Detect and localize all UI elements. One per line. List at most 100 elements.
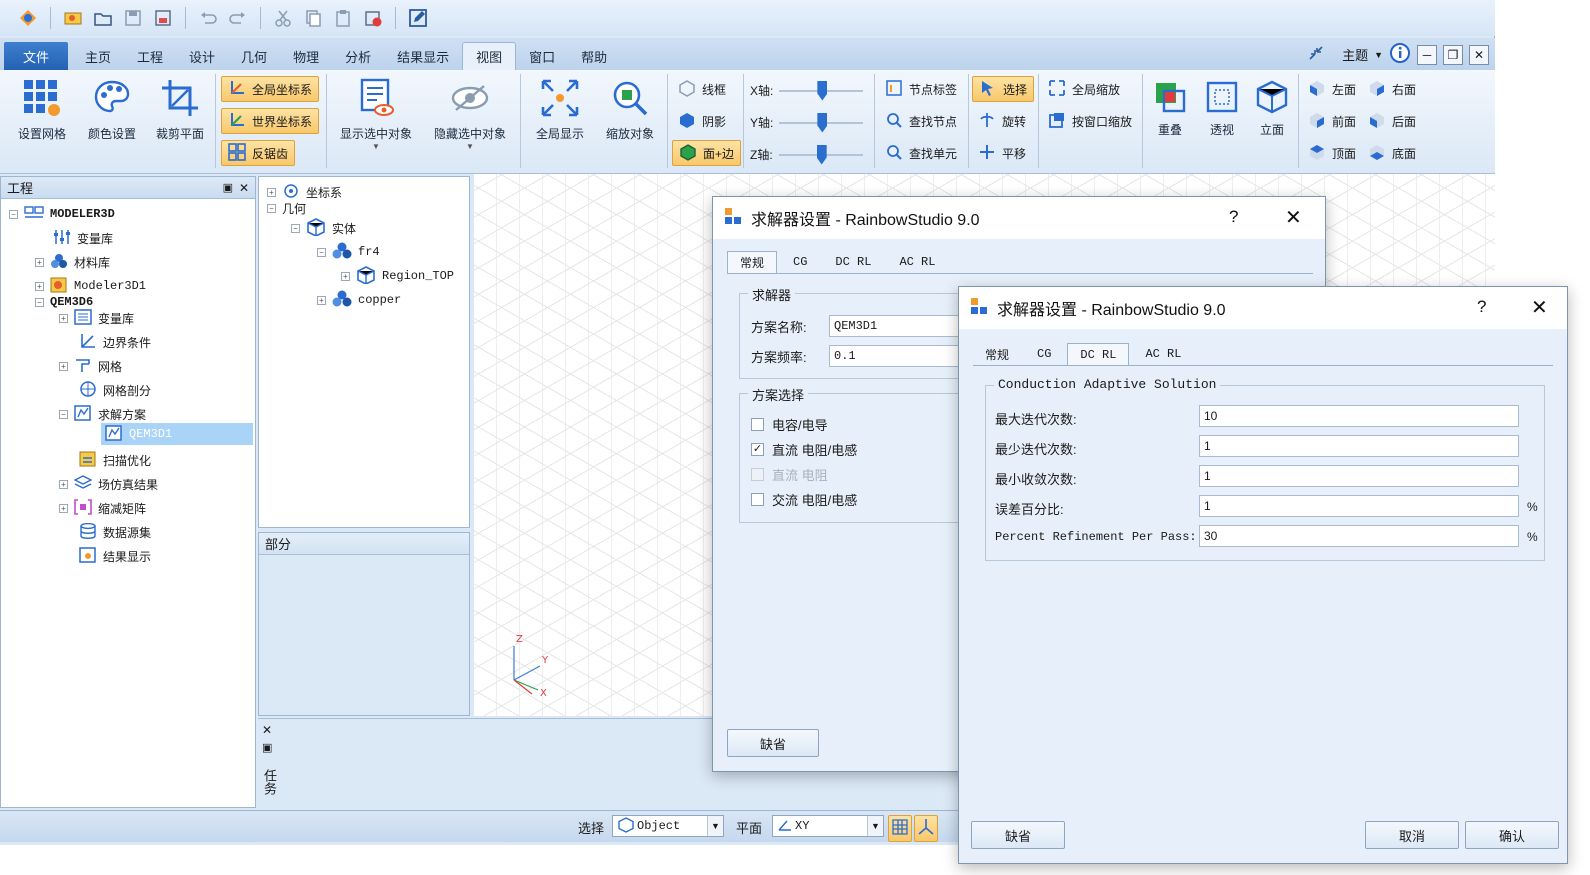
minimize-button[interactable]: ─ bbox=[1417, 44, 1437, 65]
top-view-button[interactable]: 顶面 bbox=[1302, 140, 1362, 166]
close-window-button[interactable]: ✕ bbox=[1469, 44, 1489, 65]
show-selected-button[interactable]: 显示选中对象 ▼ bbox=[334, 78, 418, 151]
menu-geometry[interactable]: 几何 bbox=[228, 42, 280, 70]
left-view-button[interactable]: 左面 bbox=[1302, 76, 1362, 102]
find-node-button[interactable]: 查找节点 bbox=[879, 108, 963, 134]
save-as-icon[interactable] bbox=[151, 6, 175, 30]
min-iterations-input[interactable]: 1 bbox=[1199, 435, 1519, 457]
tree-item-reduced-matrix[interactable]: + 缩减矩阵 bbox=[59, 497, 146, 519]
scheme-name-input[interactable]: QEM3D1 bbox=[829, 315, 969, 337]
tree-item-qem3d1[interactable]: QEM3D1 bbox=[101, 423, 253, 445]
tree-item-qem-variables[interactable]: + 变量库 bbox=[59, 307, 134, 329]
dialog2-help-button[interactable]: ? bbox=[1477, 297, 1486, 317]
color-settings-button[interactable]: 颜色设置 bbox=[82, 78, 142, 142]
node-labels-button[interactable]: 节点标签 bbox=[879, 76, 963, 102]
y-axis-slider[interactable]: Y轴: bbox=[750, 112, 864, 133]
select-mode-dropdown-icon[interactable]: ▼ bbox=[707, 816, 723, 836]
global-zoom-button[interactable]: 全局缩放 bbox=[1042, 76, 1126, 102]
copy-icon[interactable] bbox=[301, 6, 325, 30]
pan-tool-button[interactable]: 平移 bbox=[972, 140, 1032, 166]
cut-icon[interactable] bbox=[271, 6, 295, 30]
undo-icon[interactable] bbox=[196, 6, 220, 30]
new-project-icon[interactable] bbox=[61, 6, 85, 30]
z-slider-thumb[interactable] bbox=[816, 144, 827, 165]
menu-results[interactable]: 结果显示 bbox=[384, 42, 462, 70]
find-element-button[interactable]: 查找单元 bbox=[879, 140, 963, 166]
delete-icon[interactable] bbox=[361, 6, 385, 30]
dialog2-tab-general[interactable]: 常规 bbox=[973, 343, 1021, 365]
min-converged-input[interactable]: 1 bbox=[1199, 465, 1519, 487]
hide-selected-dropdown-icon[interactable]: ▼ bbox=[428, 142, 512, 151]
x-slider-thumb[interactable] bbox=[817, 80, 828, 101]
set-grid-button[interactable]: 设置网格 bbox=[12, 78, 72, 142]
scheme-freq-input[interactable]: 0.1 bbox=[829, 345, 969, 367]
z-axis-slider[interactable]: Z轴: bbox=[750, 144, 863, 165]
tree-root[interactable]: − MODELER3D bbox=[9, 203, 115, 225]
tree-item-region-top[interactable]: + Region_TOP bbox=[341, 265, 454, 287]
tree-item-geometry[interactable]: − 几何 bbox=[267, 197, 306, 219]
fit-all-button[interactable]: 全局显示 bbox=[528, 78, 592, 142]
tree-item-mesh[interactable]: + 网格 bbox=[59, 355, 122, 377]
dialog2-tab-cg[interactable]: CG bbox=[1025, 343, 1063, 365]
confirm-button[interactable]: 确认 bbox=[1465, 821, 1559, 849]
rotate-tool-button[interactable]: 旋转 bbox=[972, 108, 1032, 134]
theme-menu[interactable]: 主题 bbox=[1342, 45, 1368, 64]
front-view-button[interactable]: 前面 bbox=[1302, 108, 1362, 134]
menu-view[interactable]: 视图 bbox=[462, 42, 517, 70]
world-coord-button[interactable]: 世界坐标系 bbox=[221, 108, 320, 134]
elevation-button[interactable]: 立面 bbox=[1248, 80, 1296, 138]
collapse-ribbon-icon[interactable] bbox=[1306, 43, 1326, 66]
option-capacitance[interactable]: 电容/电导 bbox=[751, 415, 828, 434]
menu-window[interactable]: 窗口 bbox=[516, 42, 568, 70]
paste-icon[interactable] bbox=[331, 6, 355, 30]
option-ac-rl-checkbox[interactable] bbox=[751, 493, 764, 506]
menu-file[interactable]: 文件 bbox=[4, 42, 68, 70]
dialog2-close-button[interactable]: ✕ bbox=[1531, 295, 1548, 320]
panel-close-icon[interactable]: ✕ bbox=[239, 181, 249, 195]
zoom-object-button[interactable]: 缩放对象 bbox=[598, 78, 662, 142]
dialog1-tab-cg[interactable]: CG bbox=[781, 251, 819, 273]
menu-project[interactable]: 工程 bbox=[124, 42, 176, 70]
menu-design[interactable]: 设计 bbox=[176, 42, 228, 70]
info-icon[interactable] bbox=[1389, 42, 1411, 67]
face-edge-button[interactable]: 面+边 bbox=[672, 140, 742, 166]
dialog2-tab-dc-rl[interactable]: DC RL bbox=[1067, 343, 1130, 365]
menu-home[interactable]: 主页 bbox=[72, 42, 124, 70]
task-pin-icon[interactable]: ▣ bbox=[262, 741, 272, 754]
app-logo-icon[interactable] bbox=[16, 6, 40, 30]
dialog1-tab-general[interactable]: 常规 bbox=[727, 251, 778, 273]
error-percent-input[interactable]: 1 bbox=[1199, 495, 1519, 517]
redo-icon[interactable] bbox=[226, 6, 250, 30]
back-view-button[interactable]: 后面 bbox=[1362, 108, 1422, 134]
dialog1-close-button[interactable]: ✕ bbox=[1285, 205, 1302, 230]
task-close-icon[interactable]: ✕ bbox=[262, 723, 272, 737]
clip-plane-button[interactable]: 裁剪平面 bbox=[150, 78, 210, 142]
right-view-button[interactable]: 右面 bbox=[1362, 76, 1422, 102]
overlap-button[interactable]: 重叠 bbox=[1146, 80, 1194, 138]
tree-item-variables[interactable]: 变量库 bbox=[53, 227, 113, 249]
window-zoom-button[interactable]: 按窗口缩放 bbox=[1042, 108, 1138, 134]
dialog1-default-button[interactable]: 缺省 bbox=[727, 729, 819, 757]
shading-button[interactable]: 阴影 bbox=[672, 108, 732, 134]
tree-item-materials[interactable]: + 材料库 bbox=[35, 251, 110, 273]
tree-item-result-display[interactable]: 结果显示 bbox=[79, 545, 151, 567]
dialog1-tab-dc-rl[interactable]: DC RL bbox=[823, 251, 883, 273]
perspective-button[interactable]: 透视 bbox=[1198, 80, 1246, 138]
option-dc-rl-checkbox[interactable]: ✓ bbox=[751, 443, 764, 456]
option-dc-rl[interactable]: ✓ 直流 电阻/电感 bbox=[751, 440, 857, 459]
restore-button[interactable]: ❐ bbox=[1443, 44, 1463, 65]
plane-dropdown-icon[interactable]: ▼ bbox=[867, 816, 883, 836]
menu-help[interactable]: 帮助 bbox=[568, 42, 620, 70]
global-coord-button[interactable]: 全局坐标系 bbox=[221, 76, 320, 102]
grid-toggle-icon[interactable] bbox=[888, 815, 912, 842]
select-tool-button[interactable]: 选择 bbox=[972, 76, 1035, 102]
select-mode-combo[interactable]: Object ▼ bbox=[612, 815, 724, 837]
tree-item-field-results[interactable]: + 场仿真结果 bbox=[59, 473, 158, 495]
hide-selected-button[interactable]: 隐藏选中对象 ▼ bbox=[428, 78, 512, 151]
axis-toggle-icon[interactable] bbox=[914, 815, 938, 842]
open-folder-icon[interactable] bbox=[91, 6, 115, 30]
anti-aliasing-button[interactable]: 反锯齿 bbox=[221, 140, 296, 166]
tree-item-copper[interactable]: + copper bbox=[317, 289, 401, 311]
tree-item-datasets[interactable]: 数据源集 bbox=[79, 521, 151, 543]
tree-item-fr4[interactable]: − fr4 bbox=[317, 241, 380, 263]
